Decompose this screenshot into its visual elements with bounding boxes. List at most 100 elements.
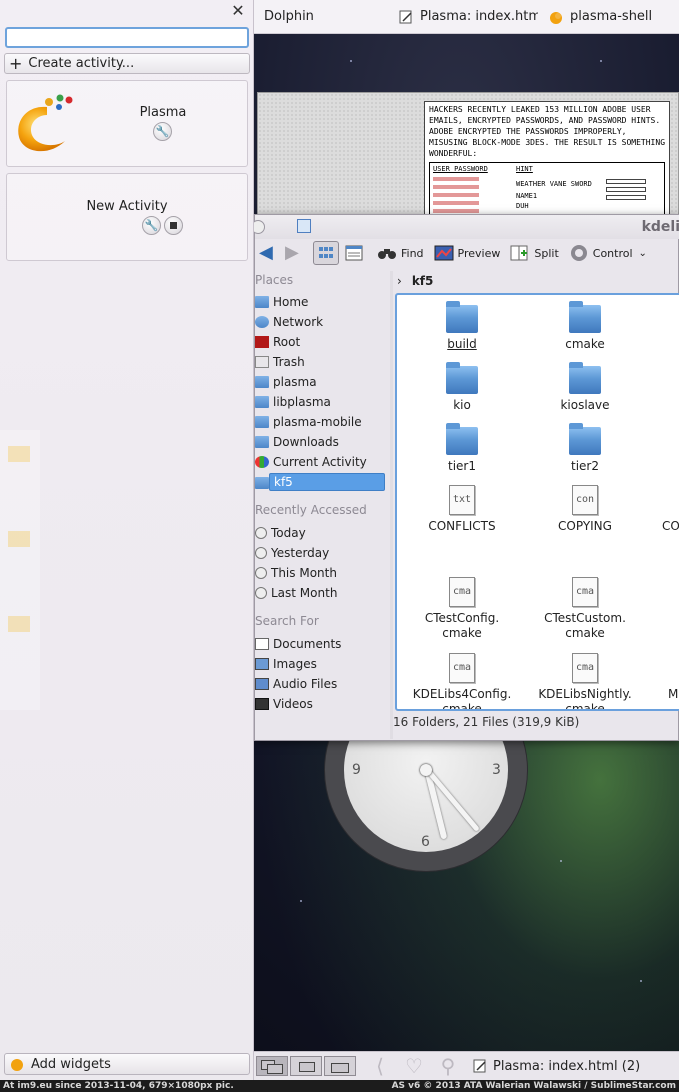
plus-icon: + bbox=[9, 53, 23, 73]
activity-card-plasma[interactable]: Plasma 🔧 bbox=[6, 80, 248, 167]
clock-numeral-9: 9 bbox=[352, 762, 361, 778]
cmake-file-icon: cma bbox=[449, 577, 475, 607]
text-file-icon: txt bbox=[449, 485, 475, 515]
search-item-videos[interactable]: Videos bbox=[255, 695, 385, 713]
analog-clock-widget[interactable]: 9 3 6 bbox=[324, 720, 528, 874]
details-view-button[interactable] bbox=[341, 241, 367, 265]
ghost-folder-icon bbox=[8, 446, 30, 462]
footer-right-text: AS v6 © 2013 ATA Walerian Walawski / Sub… bbox=[391, 1081, 676, 1091]
back-arrow-icon[interactable]: ◀ bbox=[259, 244, 281, 262]
clock-icon bbox=[255, 587, 267, 599]
panel-splitter[interactable] bbox=[390, 271, 393, 739]
status-bar-text: 16 Folders, 21 Files (319,9 KiB) bbox=[393, 715, 580, 729]
activity-icon bbox=[255, 456, 269, 468]
clock-numeral-3: 3 bbox=[492, 762, 501, 778]
share-icon[interactable]: ⟨ bbox=[368, 1054, 392, 1078]
text-editor-icon bbox=[399, 10, 412, 23]
breadcrumb[interactable]: › kf5 bbox=[395, 271, 433, 291]
places-item-libplasma[interactable]: libplasma bbox=[255, 393, 385, 411]
recently-accessed-heading: Recently Accessed bbox=[255, 503, 367, 517]
ghost-folder-icon bbox=[8, 616, 30, 632]
pager-desktop-1[interactable] bbox=[256, 1056, 288, 1076]
pin-icon[interactable]: ⚲ bbox=[436, 1054, 460, 1078]
pager-desktop-2[interactable] bbox=[290, 1056, 322, 1076]
file-item[interactable]: cma CTestCustom. cmake bbox=[525, 577, 645, 641]
gear-icon bbox=[569, 244, 589, 262]
file-item[interactable]: cma KDELibs4Config. cmake bbox=[402, 653, 522, 709]
file-item[interactable]: kio bbox=[402, 362, 522, 413]
stop-icon[interactable] bbox=[164, 216, 183, 235]
dolphin-window[interactable]: kdeli ◀ ▶ Find Preview Split Control ⌄ P… bbox=[251, 214, 679, 741]
places-item-current-activity[interactable]: Current Activity bbox=[255, 453, 385, 471]
file-item[interactable]: build bbox=[402, 301, 522, 352]
wrench-icon[interactable]: 🔧 bbox=[153, 122, 172, 141]
dolphin-title: kdeli bbox=[641, 219, 679, 235]
file-item[interactable]: cma CTestConfig. cmake bbox=[402, 577, 522, 641]
pager-desktop-3[interactable] bbox=[324, 1056, 356, 1076]
close-icon[interactable]: ✕ bbox=[229, 2, 247, 20]
search-item-documents[interactable]: Documents bbox=[255, 635, 385, 653]
file-item[interactable]: cma KDELibsNightly. cmake bbox=[525, 653, 645, 709]
text-file-icon: con bbox=[572, 485, 598, 515]
search-item-images[interactable]: Images bbox=[255, 655, 385, 673]
places-item-kf5[interactable]: kf5 bbox=[269, 473, 385, 491]
task-plasma-shell[interactable]: plasma-shell bbox=[538, 0, 679, 34]
plasma-icon bbox=[550, 11, 562, 24]
recent-item-last-month[interactable]: Last Month bbox=[255, 584, 385, 602]
activity-name-new-activity: New Activity bbox=[86, 199, 168, 214]
comic-hint-3: DUH bbox=[516, 202, 529, 210]
split-button[interactable]: Split bbox=[510, 244, 559, 262]
search-for-heading: Search For bbox=[255, 614, 319, 628]
clock-icon bbox=[255, 567, 267, 579]
find-button[interactable]: Find bbox=[377, 244, 424, 262]
file-item[interactable]: kioslave bbox=[525, 362, 645, 413]
file-item[interactable]: txt CONFLICTS bbox=[402, 485, 522, 534]
task-plasma-shell-label: plasma-shell bbox=[570, 9, 653, 24]
search-item-audio-files[interactable]: Audio Files bbox=[255, 675, 385, 693]
create-activity-button[interactable]: + Create activity... bbox=[4, 53, 250, 74]
places-item-network[interactable]: Network bbox=[255, 313, 385, 331]
folder-icon bbox=[446, 362, 478, 394]
task-dolphin[interactable]: Dolphin bbox=[254, 0, 388, 34]
places-item-home[interactable]: Home bbox=[255, 293, 385, 311]
places-item-trash[interactable]: Trash bbox=[255, 353, 385, 371]
file-item[interactable]: M bbox=[648, 653, 679, 702]
file-item[interactable]: con COPYING bbox=[525, 485, 645, 534]
places-item-root[interactable]: Root bbox=[255, 333, 385, 351]
dolphin-titlebar[interactable]: kdeli bbox=[251, 215, 679, 239]
add-widgets-button[interactable]: Add widgets bbox=[4, 1053, 250, 1075]
xkcd-comic-image: HACKERS RECENTLY LEAKED 153 MILLION ADOB… bbox=[424, 101, 670, 223]
image-viewer-window[interactable]: HACKERS RECENTLY LEAKED 153 MILLION ADOB… bbox=[257, 92, 679, 223]
task-plasma-index-2[interactable]: Plasma: index.html (2) bbox=[472, 1058, 640, 1074]
preview-button[interactable]: Preview bbox=[434, 244, 500, 262]
recent-item-yesterday[interactable]: Yesterday bbox=[255, 544, 385, 562]
activity-manager-panel: ✕ + Create activity... Plasma 🔧 New Acti… bbox=[0, 0, 254, 1080]
bottom-panel: ⟨ ♡ ⚲ Plasma: index.html (2) bbox=[254, 1051, 679, 1080]
places-item-downloads[interactable]: Downloads bbox=[255, 433, 385, 451]
forward-arrow-icon[interactable]: ▶ bbox=[285, 244, 307, 262]
places-item-plasma[interactable]: plasma bbox=[255, 373, 385, 391]
network-icon bbox=[255, 316, 269, 328]
file-view[interactable]: build cmake kio kioslave tier1 tier2 txt… bbox=[395, 293, 679, 711]
chevron-down-icon: ⌄ bbox=[638, 247, 647, 259]
file-item[interactable]: cmake bbox=[525, 301, 645, 352]
recent-item-this-month[interactable]: This Month bbox=[255, 564, 385, 582]
activity-card-new-activity[interactable]: New Activity 🔧 bbox=[6, 173, 248, 261]
comic-hint-1: WEATHER VANE SWORD bbox=[516, 180, 592, 188]
file-item[interactable]: tier1 bbox=[402, 423, 522, 474]
add-widgets-label: Add widgets bbox=[31, 1056, 111, 1072]
icons-view-button[interactable] bbox=[313, 241, 339, 265]
root-folder-icon bbox=[255, 336, 269, 348]
heart-icon[interactable]: ♡ bbox=[402, 1054, 426, 1078]
recent-item-today[interactable]: Today bbox=[255, 524, 385, 542]
task-plasma-index[interactable]: Plasma: index.html bbox=[388, 0, 538, 34]
preview-icon bbox=[434, 244, 454, 262]
file-item[interactable]: tier2 bbox=[525, 423, 645, 474]
wrench-icon[interactable]: 🔧 bbox=[142, 216, 161, 235]
video-icon bbox=[255, 698, 269, 710]
control-button[interactable]: Control ⌄ bbox=[569, 244, 647, 262]
places-item-plasma-mobile[interactable]: plasma-mobile bbox=[255, 413, 385, 431]
activity-search-input[interactable] bbox=[5, 27, 249, 48]
places-heading: Places bbox=[255, 273, 294, 287]
file-item[interactable]: CO bbox=[648, 485, 679, 534]
